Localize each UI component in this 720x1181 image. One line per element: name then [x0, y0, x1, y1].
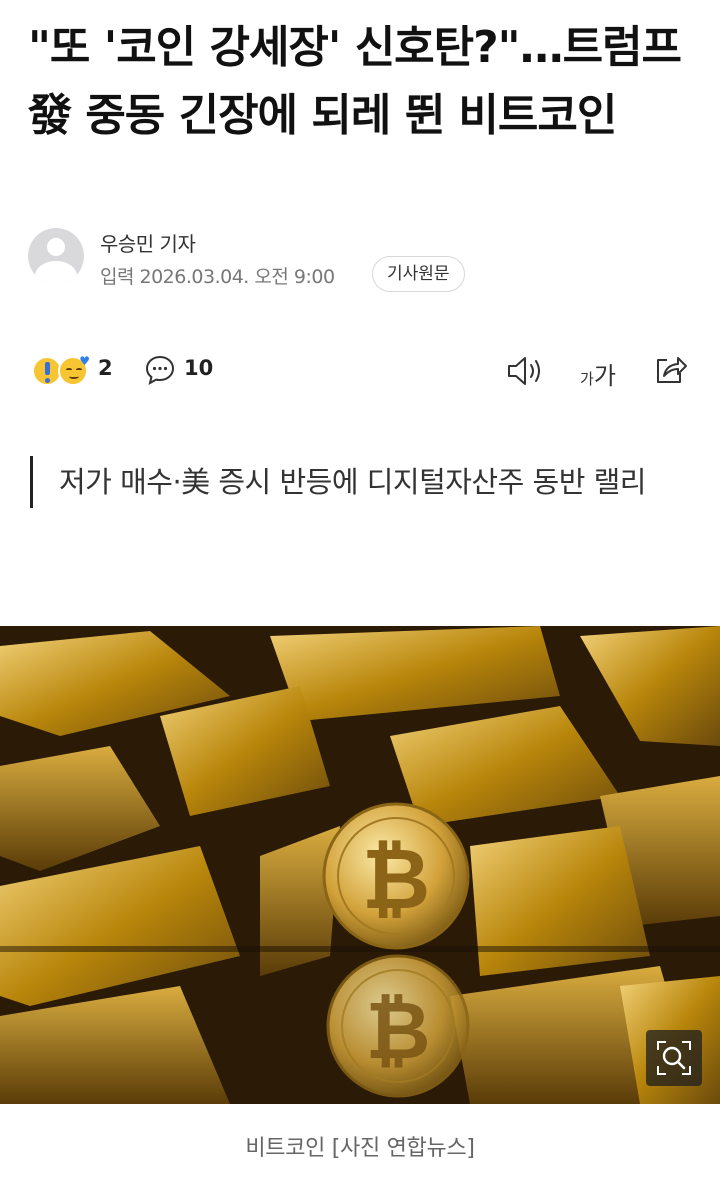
comment-icon[interactable] — [144, 354, 176, 386]
share-icon[interactable] — [652, 352, 688, 388]
article-toolbar: ♥ 2 10 가가 — [32, 350, 692, 394]
svg-text:₿: ₿ — [365, 984, 430, 1077]
reporter-name[interactable]: 우승민 기자 — [100, 228, 196, 257]
zoom-icon — [657, 1041, 691, 1075]
bitcoin-gold-image: ₿ ₿ — [0, 626, 720, 1104]
byline: 우승민 기자 입력 2026.03.04. 오전 9:00 기사원문 — [28, 228, 692, 294]
speaker-icon[interactable] — [506, 354, 546, 388]
font-size-small-label: 가 — [580, 370, 594, 388]
font-size-large-label: 가 — [593, 362, 616, 390]
zoom-button[interactable] — [646, 1030, 702, 1086]
article-headline: "또 '코인 강세장' 신호탄?"…트럼프發 중동 긴장에 되레 뛴 비트코인 — [28, 22, 682, 141]
reaction-emoji-icon[interactable]: ♥ — [32, 354, 96, 388]
comment-count[interactable]: 10 — [184, 356, 213, 380]
article-summary: 저가 매수·美 증시 반등에 디지털자산주 동반 랠리 — [30, 456, 692, 508]
original-article-button[interactable]: 기사원문 — [372, 256, 465, 292]
reaction-count[interactable]: 2 — [98, 356, 113, 380]
article-photo[interactable]: ₿ ₿ — [0, 626, 720, 1104]
reporter-avatar[interactable] — [28, 228, 84, 284]
published-timestamp: 입력 2026.03.04. 오전 9:00 — [100, 266, 335, 288]
svg-text:₿: ₿ — [362, 830, 430, 928]
photo-caption: 비트코인 [사진 연합뉴스] — [245, 1136, 475, 1161]
font-size-icon[interactable]: 가가 — [580, 356, 624, 390]
